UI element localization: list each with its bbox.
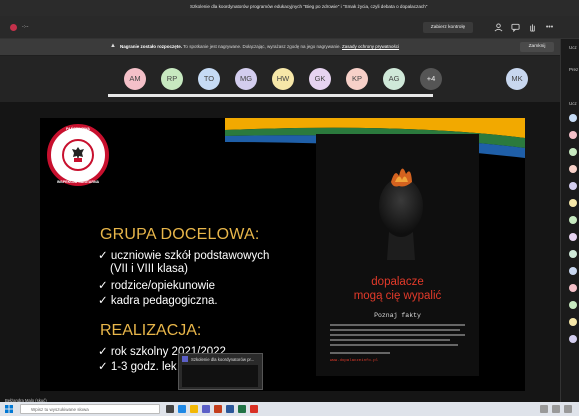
notice-text: Nagranie zostało rozpoczęte. To spotkani…: [120, 44, 400, 49]
warning-icon: ▲: [110, 43, 116, 49]
avatar[interactable]: AG: [383, 68, 405, 90]
poster-text-line: [330, 352, 390, 354]
gallery-divider: [108, 94, 433, 97]
people-icon[interactable]: [494, 23, 503, 32]
poster-website: www.dopalaczeinfo.pl: [330, 359, 379, 363]
teams-icon: [182, 356, 188, 362]
panel-section-label: Prez: [569, 67, 579, 72]
poster-title-line2: mogą cię wypalić: [353, 290, 442, 302]
panel-section-label: Ucz: [569, 101, 577, 106]
avatar[interactable]: [569, 216, 577, 224]
thumbnail-preview: [182, 365, 258, 387]
avatar[interactable]: [569, 114, 577, 122]
window-thumbnail[interactable]: Szkolenie dla koordynatorów pr...: [178, 353, 263, 390]
avatar[interactable]: MK: [506, 68, 528, 90]
avatar[interactable]: [569, 284, 577, 292]
take-control-button[interactable]: Zabierz kontrolę: [423, 22, 473, 33]
participant-gallery: AM RP TO MG HW GK KP AG +4 MK: [0, 56, 560, 102]
panel-header: Ucz: [569, 45, 577, 50]
participants-panel: Ucz Prez Ucz: [560, 39, 579, 402]
poster-text-line: [330, 329, 460, 331]
slide-bullet: ✓ 1-3 godz. lek: [98, 361, 177, 373]
more-participants-button[interactable]: +4: [420, 68, 442, 90]
realization-heading: REALIZACJA:: [100, 322, 202, 339]
avatar[interactable]: [569, 165, 577, 173]
more-icon[interactable]: •••: [545, 23, 554, 32]
windows-start-icon[interactable]: [5, 405, 13, 413]
avatar[interactable]: [569, 199, 577, 207]
avatar[interactable]: [569, 182, 577, 190]
window-title: Szkolenie dla koordynatorów programów ed…: [190, 4, 428, 9]
powerpoint-icon[interactable]: [214, 405, 222, 413]
avatar[interactable]: [569, 233, 577, 241]
eagle-icon: [72, 147, 84, 162]
poster-text-line: [330, 339, 450, 341]
avatar[interactable]: [569, 301, 577, 309]
tray-icon[interactable]: [552, 405, 560, 413]
sanitary-inspection-logo: PAŃSTWOWA INSPEKCJA SANITARNA: [47, 124, 109, 186]
taskbar: Wpisz tu wyszukiwane słowa: [0, 402, 579, 416]
window-title-bar: Szkolenie dla koordynatorów programów ed…: [0, 0, 579, 16]
slide-bullet: ✓ rodzice/opiekunowie: [98, 280, 216, 292]
poster-text-line: [330, 334, 465, 336]
avatar[interactable]: AM: [124, 68, 146, 90]
meeting-toolbar: -:-- Zabierz kontrolę •••: [0, 16, 579, 39]
slide-bullet: ✓ kadra pedagogiczna.: [98, 295, 218, 307]
excel-icon[interactable]: [238, 405, 246, 413]
recording-time: -:--: [22, 24, 29, 30]
avatar[interactable]: [569, 250, 577, 258]
poster-facts-heading: Poznaj fakty: [374, 312, 421, 319]
tray-icon[interactable]: [564, 405, 572, 413]
thumbnail-title: Szkolenie dla koordynatorów pr...: [191, 357, 255, 362]
poster-text-line: [330, 324, 465, 326]
logo-text-top: PAŃSTWOWA: [66, 127, 90, 131]
tray-icon[interactable]: [540, 405, 548, 413]
teams-icon[interactable]: [202, 405, 210, 413]
chat-icon[interactable]: [511, 23, 520, 33]
hand-icon[interactable]: [528, 23, 537, 32]
taskbar-search-input[interactable]: Wpisz tu wyszukiwane słowa: [20, 404, 160, 414]
avatar[interactable]: [569, 267, 577, 275]
recording-notice: ▲ Nagranie zostało rozpoczęte. To spotka…: [0, 39, 560, 55]
avatar[interactable]: TO: [198, 68, 220, 90]
avatar[interactable]: MG: [235, 68, 257, 90]
avatar[interactable]: [569, 148, 577, 156]
recording-icon: [10, 24, 17, 31]
avatar[interactable]: RP: [161, 68, 183, 90]
dismiss-button[interactable]: Zamknij: [520, 42, 554, 52]
shared-slide: PAŃSTWOWA INSPEKCJA SANITARNA GRUPA DOCE…: [40, 118, 525, 391]
chrome-icon[interactable]: [250, 405, 258, 413]
avatar[interactable]: HW: [272, 68, 294, 90]
avatar[interactable]: KP: [346, 68, 368, 90]
burning-head-image: [379, 168, 423, 260]
slide-bullet: (VII i VIII klasa): [110, 263, 188, 275]
target-group-heading: GRUPA DOCELOWA:: [100, 226, 260, 243]
logo-text-bottom: INSPEKCJA SANITARNA: [56, 180, 100, 184]
privacy-link[interactable]: Zasady ochrony prywatności: [342, 44, 399, 49]
avatar[interactable]: [569, 318, 577, 326]
task-view-icon[interactable]: [166, 405, 174, 413]
avatar[interactable]: [569, 335, 577, 343]
word-icon[interactable]: [226, 405, 234, 413]
avatar[interactable]: GK: [309, 68, 331, 90]
slide-bullet: ✓ uczniowie szkół podstawowych: [98, 250, 270, 262]
file-explorer-icon[interactable]: [190, 405, 198, 413]
poster-title-line1: dopalacze: [371, 276, 424, 288]
avatar[interactable]: [569, 131, 577, 139]
poster-text-line: [330, 344, 458, 346]
campaign-poster: dopalacze mogą cię wypalić Poznaj fakty …: [316, 134, 479, 376]
edge-icon[interactable]: [178, 405, 186, 413]
